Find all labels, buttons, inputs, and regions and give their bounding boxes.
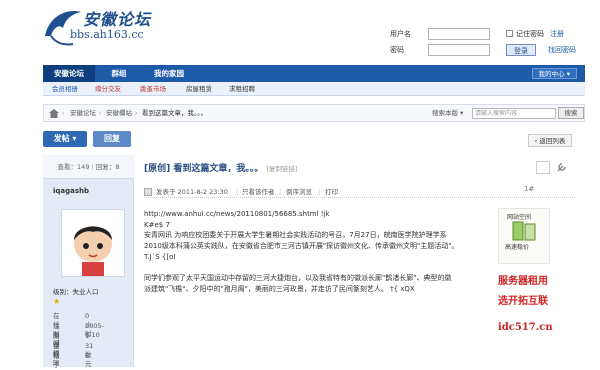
ad-subtitle: 高速稳价 bbox=[505, 244, 530, 251]
post-line: 2010级本科蒲公英实践队，在安徽省合肥市三河古镇开展"探访徽州文化、传承徽州文… bbox=[144, 242, 459, 251]
avatar[interactable] bbox=[61, 209, 125, 277]
author-level: 级别：失业人口 bbox=[53, 288, 99, 296]
login-form: 用户名 记住密码 注册 密码 登录 找回密码 bbox=[390, 28, 595, 62]
subnav-item-jobs[interactable]: 求租招聘 bbox=[229, 82, 255, 96]
ad-line: 选开拓互联 bbox=[498, 296, 548, 307]
search-button[interactable]: 搜索 bbox=[558, 107, 584, 119]
password-label: 密码 bbox=[390, 46, 404, 54]
views-label: 查看： bbox=[57, 163, 78, 171]
search-input[interactable]: 请输入搜索内容 bbox=[472, 108, 556, 119]
author-name[interactable]: iqagashb bbox=[53, 187, 89, 195]
post-area: [原创] 看到这篇文章，我。。。 [复制链接] 发表于 2011-8-2 23:… bbox=[134, 155, 585, 367]
wrench-icon[interactable] bbox=[556, 162, 567, 173]
ad-text[interactable]: 服务器租用 选开拓互联 idc517.cn bbox=[498, 272, 588, 338]
online-status-icon bbox=[144, 188, 152, 196]
post-line: K#e$ 7 bbox=[144, 220, 170, 229]
subnav-item-rental[interactable]: 房屋租赁 bbox=[186, 82, 212, 96]
views-count: 149 bbox=[77, 163, 90, 171]
nav-tab-forum[interactable]: 安徽论坛 bbox=[43, 65, 95, 82]
password-row: 密码 登录 找回密码 bbox=[390, 44, 595, 56]
remember-checkbox[interactable] bbox=[506, 30, 513, 37]
replies-count: 8 bbox=[115, 163, 120, 171]
password-input[interactable] bbox=[428, 44, 490, 56]
home-icon[interactable] bbox=[49, 109, 59, 118]
sub-nav: 会员相册 缘分交友 跳蚤市场 房屋租赁 求租招聘 bbox=[43, 82, 585, 96]
username-input[interactable] bbox=[428, 28, 490, 40]
register-link[interactable]: 注册 bbox=[550, 28, 564, 40]
thread-title: [原创] 看到这篇文章，我。。。 [复制链接] bbox=[144, 161, 298, 174]
thread-title-text: [原创] 看到这篇文章，我。。。 bbox=[144, 164, 264, 174]
subnav-item-albums[interactable]: 会员相册 bbox=[52, 82, 78, 96]
print-link[interactable]: 打印 bbox=[325, 186, 338, 198]
main-nav: 安徽论坛 群组 我的家园 我的中心 ▾ bbox=[43, 65, 585, 82]
search-scope-select[interactable]: 搜索本版 ▾ bbox=[432, 105, 463, 122]
ad-line: idc517.cn bbox=[498, 322, 553, 333]
ad-line: 服务器租用 bbox=[498, 276, 548, 287]
floor-number: 1# bbox=[524, 185, 535, 193]
post-line: T.J`S {[oI bbox=[144, 252, 176, 261]
breadcrumb-forum[interactable]: 安徽论坛 bbox=[70, 105, 96, 122]
my-center-dropdown[interactable]: 我的中心 ▾ bbox=[531, 68, 577, 79]
replies-label: 回复： bbox=[95, 163, 116, 171]
nav-tab-home[interactable]: 我的家园 bbox=[141, 65, 197, 82]
back-to-list-button[interactable]: ‹ 返回列表 bbox=[528, 134, 572, 147]
ad-banner[interactable]: 网站空间 高速稳价 bbox=[498, 208, 550, 264]
reverse-order-link[interactable]: 倒序浏览 bbox=[286, 186, 312, 198]
username-label: 用户名 bbox=[390, 30, 411, 38]
only-author-link[interactable]: 只看该作者 bbox=[242, 186, 275, 198]
server-icon bbox=[512, 221, 536, 241]
post-line: 同学们参观了太平天国运动中存留的三河大捷炮台，以及我省特有的徽派长廊"鹊渚长廊"… bbox=[144, 274, 452, 283]
post-content: http://www.anhui.cc/news/20110801/56685.… bbox=[144, 209, 489, 295]
new-post-button[interactable]: 发帖 ▾ bbox=[43, 131, 87, 147]
post-meta-bar: 发表于 2011-8-2 23:30 | 只看该作者 | 倒序浏览 | 打印 bbox=[144, 186, 575, 198]
post-line bbox=[144, 263, 489, 274]
subnav-item-dating[interactable]: 缘分交友 bbox=[95, 82, 121, 96]
forgot-password-link[interactable]: 找回密码 bbox=[548, 44, 576, 56]
site-logo[interactable]: 安徽论坛 bbs.ah163.cc bbox=[43, 6, 183, 54]
star-icon: ★ bbox=[53, 297, 61, 306]
back-to-list-label: 返回列表 bbox=[539, 137, 566, 145]
logo-text: 安徽论坛 bbox=[83, 10, 152, 29]
breadcrumb-current: 看到这篇文章，我。。。 bbox=[142, 109, 207, 117]
post-line: 派建筑"飞檐"、夕阳中的"孢月阁"，美丽的三河玫景，并走访了民间篆刻艺人。 †{… bbox=[144, 284, 415, 293]
remember-label: 记住密码 bbox=[516, 30, 544, 38]
username-row: 用户名 记住密码 注册 bbox=[390, 28, 595, 40]
reply-button[interactable]: 回复 bbox=[93, 131, 131, 147]
breadcrumb-board[interactable]: 安徽欄站 bbox=[106, 105, 132, 122]
logo-domain: bbs.ah163.cc bbox=[70, 28, 144, 41]
post-line: http://www.anhui.cc/news/20110801/56685.… bbox=[144, 210, 330, 218]
breadcrumb: › 安徽论坛 › 安徽欄站 › 看到这篇文章，我。。。 搜索本版 ▾ 请输入搜索… bbox=[43, 104, 585, 122]
author-panel: 查看：149 | 回复：8 iqagashb 级别：失业人口 ★ 在线时间 0 小… bbox=[43, 155, 134, 369]
favorite-box[interactable] bbox=[536, 161, 550, 174]
login-button[interactable]: 登录 bbox=[506, 44, 536, 56]
post-line: 安青网讯 为响应校团委关于开展大学生暑期社会实践活动的号召，7月27日，皖南医学… bbox=[144, 231, 447, 240]
copy-link[interactable]: [复制链接] bbox=[267, 165, 298, 173]
nav-tab-groups[interactable]: 群组 bbox=[99, 65, 139, 82]
avatar-cartoon-icon bbox=[62, 210, 124, 276]
post-date: 发表于 2011-8-2 23:30 bbox=[156, 188, 228, 196]
thread-stats: 查看：149 | 回复：8 bbox=[43, 155, 134, 179]
header: 安徽论坛 bbs.ah163.cc 用户名 记住密码 注册 密码 登录 找回密码 bbox=[0, 0, 600, 62]
subnav-item-market[interactable]: 跳蚤市场 bbox=[140, 82, 166, 96]
